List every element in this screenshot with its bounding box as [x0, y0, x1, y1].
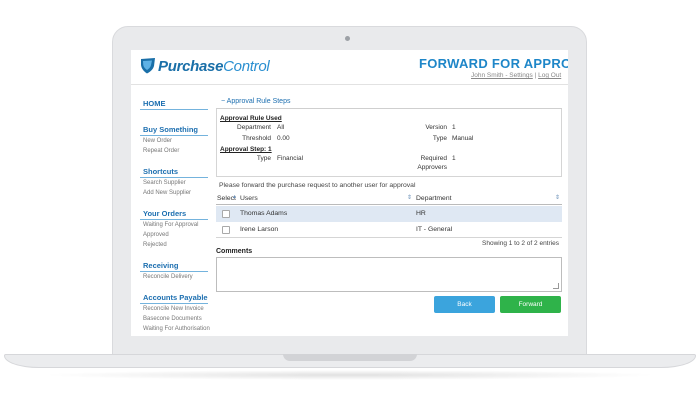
user-name-cell: Thomas Adams	[240, 210, 288, 217]
row-select-checkbox[interactable]	[222, 210, 230, 218]
approval-rules-title[interactable]: − Approval Rule Steps	[221, 98, 290, 105]
column-header-users[interactable]: Users	[240, 195, 258, 202]
sidebar-divider	[140, 219, 208, 220]
row-select-checkbox[interactable]	[222, 226, 230, 234]
sidebar-home[interactable]: HOME	[143, 99, 166, 108]
link-separator: |	[534, 72, 537, 79]
required-value: 1	[452, 155, 456, 162]
forward-button[interactable]: Forward	[500, 296, 561, 313]
department-value: All	[277, 124, 285, 131]
required-label-1: Required	[420, 155, 447, 162]
logo-part-2: Control	[223, 58, 270, 75]
table-entries-info: Showing 1 to 2 of 2 entries	[482, 240, 559, 247]
sidebar-divider	[140, 109, 208, 110]
sort-icon[interactable]: ▴	[233, 193, 236, 200]
approval-rules-label: Approval Rule Steps	[226, 98, 291, 105]
settings-link[interactable]: John Smith - Settings	[471, 72, 533, 79]
threshold-label: Threshold	[242, 135, 271, 142]
sidebar-item-search-supplier[interactable]: Search Supplier	[143, 180, 186, 186]
approval-step-heading: Approval Step: 1	[220, 146, 272, 153]
sidebar-item-waiting-approval[interactable]: Waiting For Approval	[143, 222, 198, 228]
type-value: Manual	[452, 135, 474, 142]
sidebar-divider	[140, 177, 208, 178]
sort-icon[interactable]: ⇕	[407, 194, 412, 201]
logout-link[interactable]: Log Out	[538, 72, 561, 79]
comments-label: Comments	[216, 248, 253, 255]
resize-handle-icon[interactable]	[553, 283, 559, 289]
user-links: John Smith - Settings | Log Out	[471, 72, 561, 79]
type-label: Type	[432, 135, 447, 142]
laptop-notch	[283, 354, 417, 361]
step-type-value: Financial	[277, 155, 304, 162]
sidebar-divider	[140, 135, 208, 136]
header-divider	[131, 84, 568, 85]
version-label: Version	[425, 124, 447, 131]
sidebar-divider	[140, 271, 208, 272]
camera-icon	[345, 36, 350, 41]
back-button[interactable]: Back	[434, 296, 495, 313]
version-value: 1	[452, 124, 456, 131]
sidebar-heading-orders[interactable]: Your Orders	[143, 209, 186, 218]
shield-logo-icon	[141, 58, 155, 74]
column-header-department[interactable]: Department	[416, 195, 452, 202]
threshold-value: 0.00	[277, 135, 290, 142]
user-name-cell: Irene Larson	[240, 226, 279, 233]
sort-icon[interactable]: ⇕	[555, 194, 560, 201]
app-screen: PurchaseControl FORWARD FOR APPROVAL Joh…	[131, 50, 568, 336]
sidebar-item-rejected[interactable]: Rejected	[143, 242, 167, 248]
sidebar-item-waiting-authorisation[interactable]: Waiting For Authorisation	[143, 326, 210, 332]
sidebar-item-add-supplier[interactable]: Add New Supplier	[143, 190, 191, 196]
sidebar-item-reconcile-invoice[interactable]: Reconcile New Invoice	[143, 306, 204, 312]
sidebar-divider	[140, 303, 208, 304]
comments-textarea[interactable]	[216, 257, 562, 292]
logo-part-1: Purchase	[158, 58, 224, 75]
required-label-2: Approvers	[417, 164, 447, 171]
table-header	[216, 192, 562, 205]
step-type-label: Type	[256, 155, 271, 162]
rule-used-heading: Approval Rule Used	[220, 115, 282, 122]
sidebar-heading-receiving[interactable]: Receiving	[143, 261, 178, 270]
department-cell: HR	[416, 210, 426, 217]
forward-instruction: Please forward the purchase request to a…	[219, 182, 416, 189]
sidebar-item-approved[interactable]: Approved	[143, 232, 169, 238]
app-logo[interactable]: PurchaseControl	[158, 58, 270, 75]
sidebar-heading-buy[interactable]: Buy Something	[143, 125, 198, 134]
sidebar-heading-accounts[interactable]: Accounts Payable	[143, 293, 208, 302]
page-title: FORWARD FOR APPROVAL	[419, 56, 568, 71]
sidebar-item-reconcile-delivery[interactable]: Reconcile Delivery	[143, 274, 193, 280]
department-label: Department	[237, 124, 271, 131]
sidebar-item-repeat-order[interactable]: Repeat Order	[143, 148, 179, 154]
laptop-shadow	[40, 370, 660, 380]
department-cell: IT - General	[416, 226, 453, 233]
collapse-icon[interactable]: −	[221, 98, 225, 105]
sidebar-item-new-order[interactable]: New Order	[143, 138, 172, 144]
sidebar-item-basecone[interactable]: Basecone Documents	[143, 316, 202, 322]
sidebar-heading-shortcuts[interactable]: Shortcuts	[143, 167, 178, 176]
